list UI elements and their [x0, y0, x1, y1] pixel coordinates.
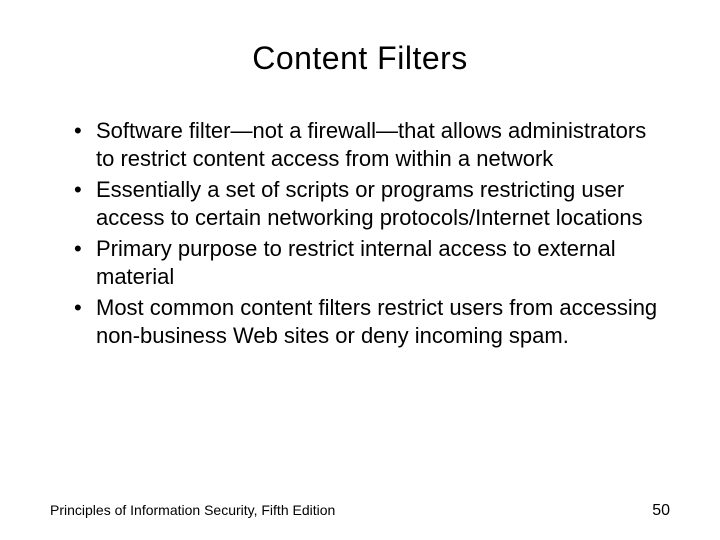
slide-title: Content Filters	[50, 40, 670, 77]
slide-container: Content Filters Software filter—not a fi…	[0, 0, 720, 540]
bullet-item: Essentially a set of scripts or programs…	[74, 176, 670, 231]
footer-page-number: 50	[652, 502, 670, 520]
bullet-item: Primary purpose to restrict internal acc…	[74, 235, 670, 290]
slide-footer: Principles of Information Security, Fift…	[50, 502, 670, 520]
footer-source: Principles of Information Security, Fift…	[50, 502, 335, 518]
bullet-item: Software filter—not a firewall—that allo…	[74, 117, 670, 172]
bullet-list: Software filter—not a firewall—that allo…	[50, 117, 670, 349]
bullet-item: Most common content filters restrict use…	[74, 294, 670, 349]
